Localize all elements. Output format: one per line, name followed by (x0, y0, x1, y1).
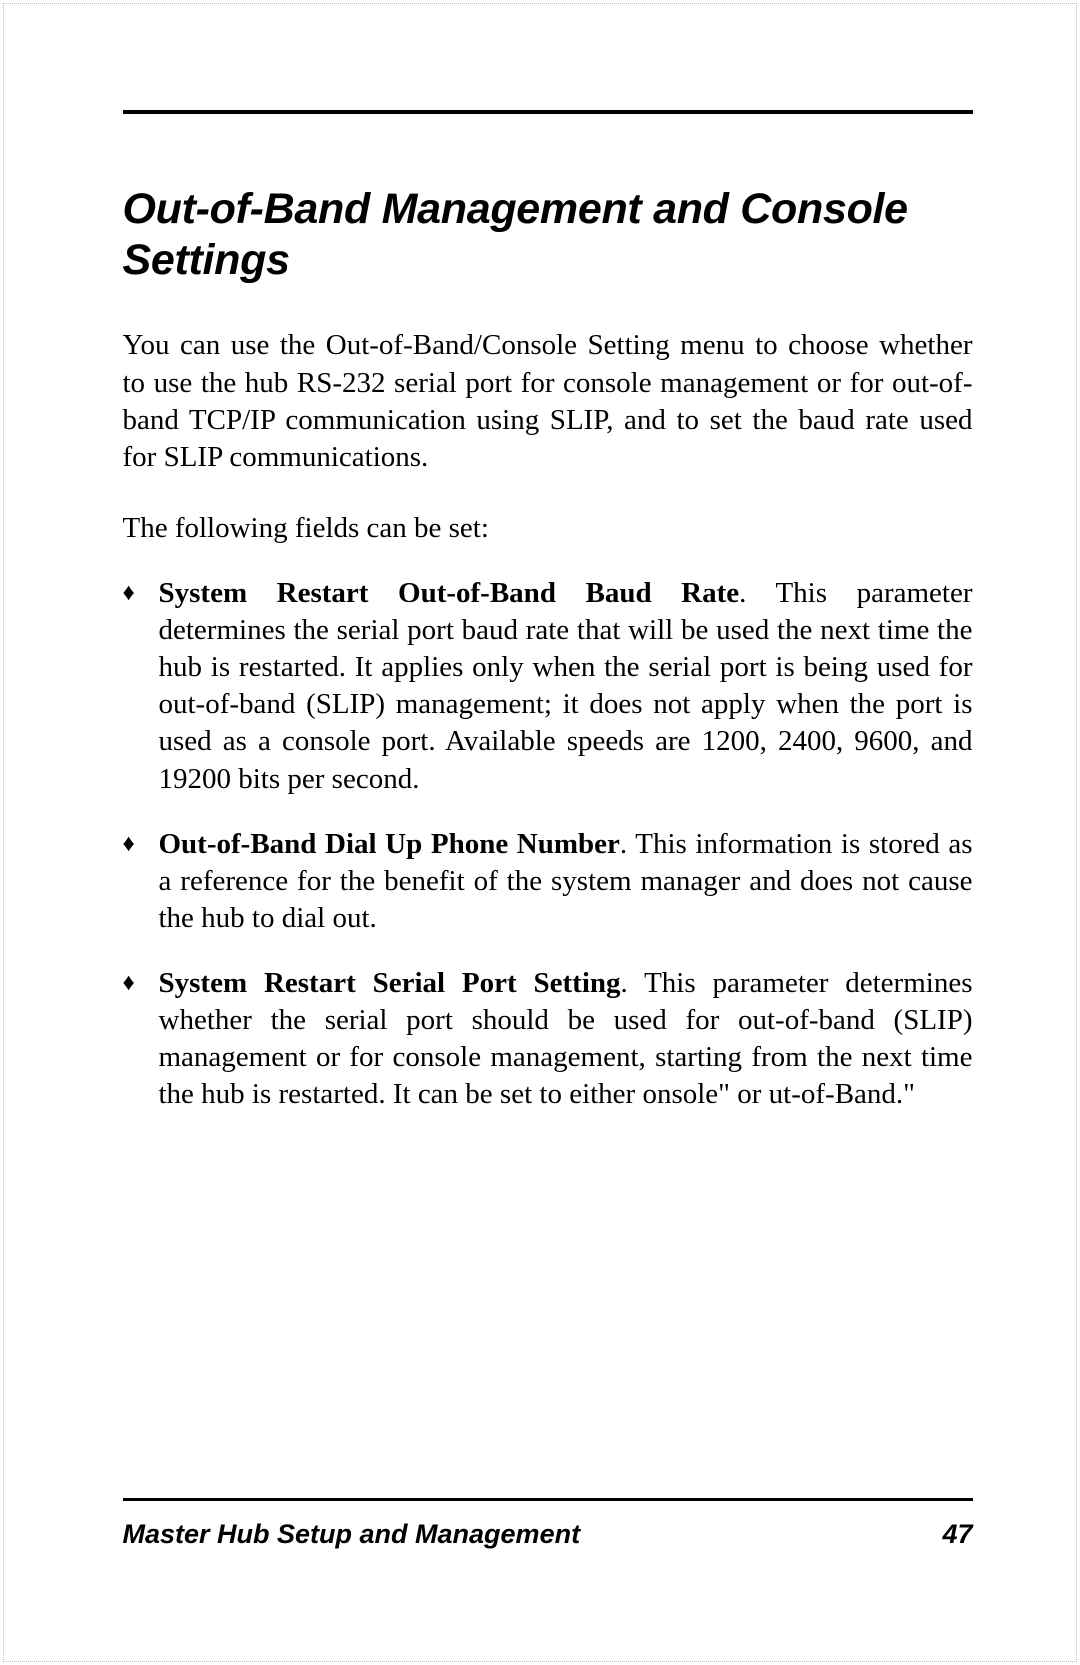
lead-paragraph: The following fields can be set: (123, 510, 973, 547)
footer-title: Master Hub Setup and Management (123, 1519, 581, 1550)
list-item: System Restart Serial Port Setting. This… (123, 965, 973, 1113)
page-footer: Master Hub Setup and Management 47 (115, 1498, 980, 1550)
item-text: . This parameter determines the serial p… (159, 577, 973, 795)
list-item: System Restart Out-of-Band Baud Rate. Th… (123, 575, 973, 798)
page-content: Out-of-Band Management and Console Setti… (123, 184, 973, 1113)
field-list: System Restart Out-of-Band Baud Rate. Th… (123, 575, 973, 1113)
intro-paragraph: You can use the Out-of-Band/Console Sett… (123, 327, 973, 475)
item-label: System Restart Out-of-Band Baud Rate (159, 577, 740, 609)
bottom-rule (123, 1498, 973, 1501)
document-page: Out-of-Band Management and Console Setti… (0, 0, 1080, 1665)
footer-page-number: 47 (942, 1519, 972, 1550)
item-label: Out-of-Band Dial Up Phone Number (159, 828, 620, 860)
footer-line: Master Hub Setup and Management 47 (123, 1519, 973, 1550)
list-item: Out-of-Band Dial Up Phone Number. This i… (123, 826, 973, 937)
page-heading: Out-of-Band Management and Console Setti… (123, 184, 973, 285)
top-rule (123, 110, 973, 114)
item-label: System Restart Serial Port Setting (159, 967, 621, 999)
